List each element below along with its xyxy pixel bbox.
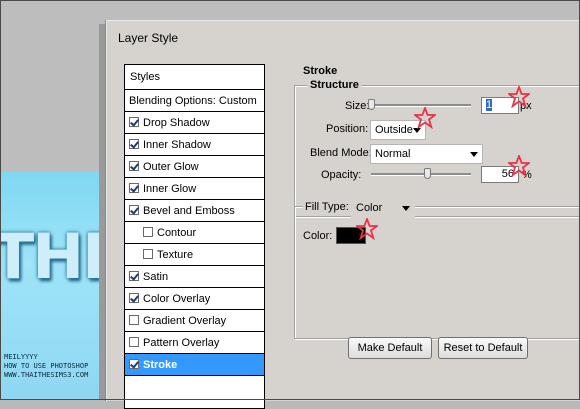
style-label: Texture [157, 249, 194, 261]
artwork-text: THE [0, 220, 106, 293]
size-slider-thumb[interactable] [368, 99, 375, 110]
credit-line-2: HOW TO USE PHOTOSHOP [4, 362, 89, 370]
style-label: Drop Shadow [143, 117, 210, 129]
fill-type-group [294, 206, 580, 339]
color-label: Color: [303, 230, 333, 242]
style-checkbox[interactable] [129, 205, 139, 215]
style-label: Color Overlay [143, 293, 211, 305]
opacity-slider-thumb[interactable] [424, 168, 431, 179]
reset-to-default-button[interactable]: Reset to Default [438, 337, 528, 359]
dialog-shadow-edge [99, 24, 106, 400]
style-label: Outer Glow [143, 161, 199, 173]
style-checkbox[interactable] [129, 271, 139, 281]
dialog-title: Layer Style [118, 31, 179, 45]
annotation-star-icon [508, 86, 530, 108]
styles-list-item[interactable]: Satin [125, 266, 264, 288]
styles-list-item[interactable]: Bevel and Emboss [125, 200, 264, 222]
style-checkbox[interactable] [129, 315, 139, 325]
credit-line-1: MEILYYYY [4, 353, 38, 361]
style-label: Bevel and Emboss [143, 205, 235, 217]
styles-list-item[interactable]: Contour [125, 222, 264, 244]
style-label: Gradient Overlay [143, 315, 227, 327]
blend-mode-dropdown[interactable]: Normal [370, 144, 483, 164]
stroke-panel-title: Stroke [303, 65, 338, 77]
blend-mode-value: Normal [375, 148, 411, 160]
chevron-down-icon [470, 152, 478, 157]
size-label: Size: [345, 100, 370, 112]
opacity-label: Opacity: [321, 169, 362, 181]
style-label: Pattern Overlay [143, 337, 220, 349]
fill-type-value: Color [356, 202, 383, 214]
style-checkbox[interactable] [129, 117, 139, 127]
styles-list-item[interactable]: Inner Shadow [125, 134, 264, 156]
fill-type-label: Fill Type: [303, 201, 351, 213]
style-checkbox[interactable] [129, 139, 139, 149]
style-checkbox[interactable] [129, 183, 139, 193]
style-label: Contour [157, 227, 197, 239]
style-label: Inner Glow [143, 183, 197, 195]
style-checkbox[interactable] [129, 359, 139, 369]
styles-list: Styles Blending Options: Custom Drop Shad… [124, 64, 265, 409]
style-label: Inner Shadow [143, 139, 211, 151]
styles-list-item[interactable]: Drop Shadow [125, 112, 264, 134]
style-checkbox[interactable] [129, 161, 139, 171]
annotation-star-icon [356, 218, 378, 240]
style-checkbox[interactable] [129, 293, 139, 303]
styles-list-item[interactable]: Outer Glow [125, 156, 264, 178]
annotation-star-icon [414, 107, 436, 129]
styles-list-item[interactable]: Inner Glow [125, 178, 264, 200]
styles-list-item[interactable]: Gradient Overlay [125, 310, 264, 332]
style-label: Blending Options: Custom [129, 95, 257, 107]
styles-list-item[interactable]: Color Overlay [125, 288, 264, 310]
credit-line-3: WWW.THAITHESIMS3.COM [4, 371, 89, 379]
fill-type-dropdown[interactable]: Color [351, 198, 415, 218]
opacity-slider-track[interactable] [371, 173, 471, 176]
layer-style-dialog: Layer Style Styles Blending Options: Cus… [106, 20, 580, 409]
credit-text: MEILYYYY HOW TO USE PHOTOSHOP WWW.THAITH… [4, 353, 88, 380]
position-value: Outside [375, 124, 413, 136]
annotation-star-icon [508, 155, 530, 177]
position-label: Position: [326, 123, 369, 135]
make-default-button[interactable]: Make Default [348, 337, 432, 359]
structure-title: Structure [307, 79, 362, 91]
styles-list-item[interactable]: Texture [125, 244, 264, 266]
style-checkbox[interactable] [129, 337, 139, 347]
style-label: Satin [143, 271, 169, 283]
blend-mode-label: Blend Mode: [310, 147, 372, 159]
dialog-titlebar[interactable]: Layer Style [107, 21, 580, 53]
chevron-down-icon [402, 206, 410, 211]
style-checkbox[interactable] [143, 227, 153, 237]
canvas-artwork: THE MEILYYYY HOW TO USE PHOTOSHOP WWW.TH… [0, 172, 106, 400]
style-checkbox[interactable] [143, 249, 153, 259]
style-label: Stroke [143, 359, 178, 371]
styles-list-item[interactable]: Blending Options: Custom [125, 90, 264, 112]
styles-list-item[interactable]: Stroke [125, 354, 264, 376]
styles-list-item[interactable]: Pattern Overlay [125, 332, 264, 354]
styles-header[interactable]: Styles [125, 65, 264, 90]
